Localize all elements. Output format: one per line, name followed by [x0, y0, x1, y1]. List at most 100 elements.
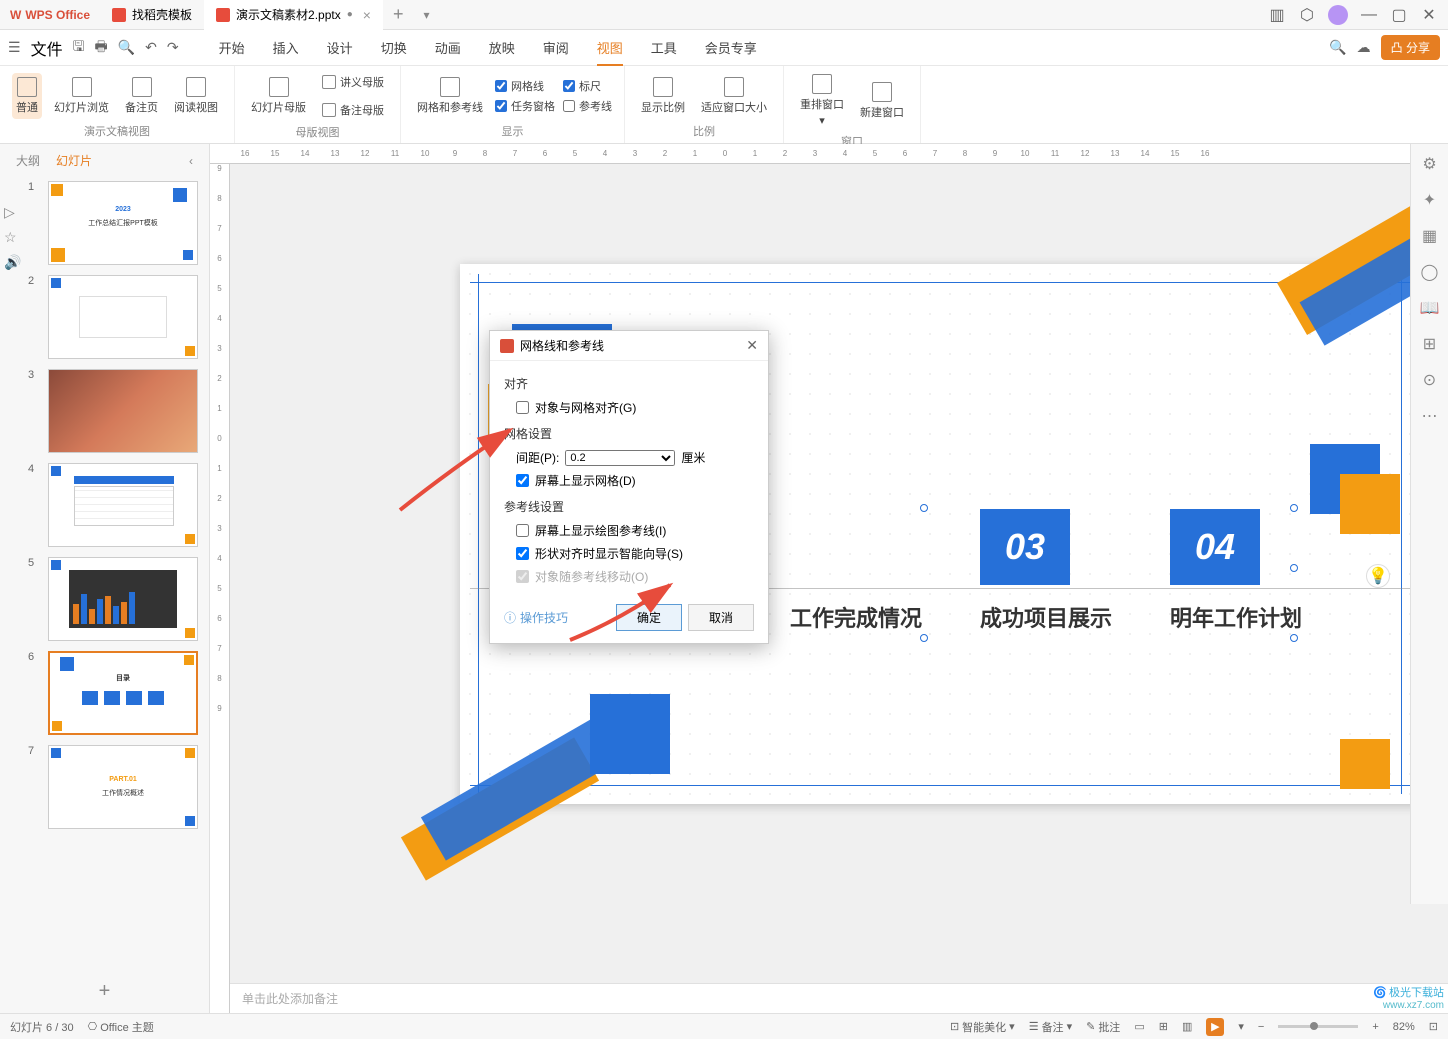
star-icon[interactable]: ☆	[4, 229, 24, 246]
tab-member[interactable]: 会员专享	[705, 30, 757, 65]
sound-icon[interactable]: 🔊	[4, 254, 24, 271]
slide-thumb-2[interactable]: 2	[28, 275, 201, 359]
view-reading-button[interactable]: 阅读视图	[170, 73, 222, 119]
align-grid-checkbox[interactable]: 对象与网格对齐(G)	[504, 396, 754, 419]
spacing-select[interactable]: 0.2	[565, 450, 675, 466]
print-icon[interactable]: 🖶	[95, 36, 108, 60]
handout-master-button[interactable]: 讲义母版	[318, 70, 388, 94]
file-menu[interactable]: 文件	[31, 36, 63, 60]
comments-button[interactable]: ✎ 批注	[1086, 1019, 1120, 1035]
rtool-book-icon[interactable]: 📖	[1420, 298, 1440, 318]
beautify-button[interactable]: ⊡ 智能美化 ▾	[950, 1019, 1015, 1035]
close-button[interactable]: ✕	[1420, 6, 1438, 24]
cloud-icon[interactable]: ☁	[1357, 39, 1371, 56]
view-notes-button[interactable]: 备注页	[121, 73, 162, 119]
dialog-close-icon[interactable]: ✕	[746, 337, 758, 354]
view-normal-button[interactable]: 普通	[12, 73, 42, 119]
show-guide-checkbox[interactable]: 屏幕上显示绘图参考线(I)	[504, 519, 754, 542]
toc-item-4[interactable]: 04 明年工作计划	[1170, 509, 1302, 633]
view-sorter-icon[interactable]: ⊞	[1159, 1020, 1168, 1033]
search-icon[interactable]: 🔍	[1329, 39, 1346, 56]
grid-guide-button[interactable]: 网格和参考线	[413, 73, 487, 119]
show-grid-checkbox[interactable]: 屏幕上显示网格(D)	[504, 469, 754, 492]
smart-guide-checkbox[interactable]: 形状对齐时显示智能向导(S)	[504, 542, 754, 565]
view-reading-icon[interactable]: ▥	[1182, 1020, 1192, 1033]
lightbulb-icon[interactable]: 💡	[1366, 564, 1390, 588]
slideshow-button[interactable]: ▶	[1206, 1018, 1224, 1036]
share-button[interactable]: 凸 分享	[1381, 35, 1440, 60]
zoom-value[interactable]: 82%	[1393, 1021, 1415, 1033]
tab-menu-button[interactable]: ▾	[413, 8, 439, 22]
tab-close-icon[interactable]: ×	[363, 7, 371, 23]
new-tab-button[interactable]: +	[383, 4, 414, 25]
view-normal-icon[interactable]: ▭	[1134, 1020, 1144, 1033]
theme-indicator[interactable]: ⎔ Office 主题	[88, 1019, 154, 1035]
slide-thumb-1[interactable]: 1 2023 工作总结汇报PPT模板	[28, 181, 201, 265]
tab-document[interactable]: 演示文稿素材2.pptx ● ×	[204, 0, 383, 30]
maximize-button[interactable]: ▢	[1390, 6, 1408, 24]
view-browse-button[interactable]: 幻灯片浏览	[50, 73, 113, 119]
slides-tab[interactable]: 幻灯片	[56, 152, 92, 169]
slide-thumb-5[interactable]: 5	[28, 557, 201, 641]
tab-transition[interactable]: 切换	[381, 30, 407, 65]
slideshow-dropdown[interactable]: ▾	[1238, 1020, 1244, 1033]
arrange-window-button[interactable]: 重排窗口 ▾	[796, 70, 848, 131]
zoom-slider[interactable]	[1278, 1025, 1358, 1028]
grid-guide-dialog: 网格线和参考线 ✕ 对齐 对象与网格对齐(G) 网格设置 间距(P): 0.2 …	[489, 330, 769, 644]
save-icon[interactable]: 🖫	[73, 36, 85, 60]
rtool-more-icon[interactable]: ⋯	[1422, 406, 1438, 426]
spacing-label: 间距(P):	[516, 449, 559, 466]
fit-button[interactable]: ⊡	[1429, 1020, 1438, 1033]
slide-thumb-3[interactable]: 3	[28, 369, 201, 453]
ok-button[interactable]: 确定	[616, 604, 682, 631]
outline-tab[interactable]: 大纲	[16, 152, 40, 169]
new-window-button[interactable]: 新建窗口	[856, 78, 908, 124]
toc-item-3[interactable]: 03 成功项目展示	[980, 509, 1112, 633]
user-avatar[interactable]	[1328, 5, 1348, 25]
grid-checkbox[interactable]: 网格线	[495, 78, 555, 94]
ruler-checkbox[interactable]: 标尺	[563, 78, 612, 94]
watermark: 🌀 极光下载站 www.xz7.com	[1373, 984, 1444, 1011]
taskpane-checkbox[interactable]: 任务窗格	[495, 98, 555, 114]
fit-window-button[interactable]: 适应窗口大小	[697, 73, 771, 119]
slide-thumb-4[interactable]: 4	[28, 463, 201, 547]
toc-item-2[interactable]: 工作完成情况	[790, 509, 922, 633]
box-icon[interactable]: ⬡	[1298, 6, 1316, 24]
zoom-in-button[interactable]: +	[1372, 1021, 1378, 1033]
undo-icon[interactable]: ↶	[145, 39, 157, 56]
redo-icon[interactable]: ↷	[167, 39, 179, 56]
notes-area[interactable]: 单击此处添加备注	[230, 983, 1448, 1013]
add-slide-button[interactable]: +	[0, 970, 209, 1013]
tab-tools[interactable]: 工具	[651, 30, 677, 65]
tab-view[interactable]: 视图	[597, 30, 623, 65]
rtool-sparkle-icon[interactable]: ✦	[1423, 190, 1436, 210]
menu-icon[interactable]: ☰	[8, 39, 21, 56]
tab-insert[interactable]: 插入	[273, 30, 299, 65]
slide-thumb-6[interactable]: 6 目录	[28, 651, 201, 735]
rtool-layers-icon[interactable]: ▦	[1422, 226, 1437, 246]
tab-animation[interactable]: 动画	[435, 30, 461, 65]
rtool-slider-icon[interactable]: ⚙	[1422, 154, 1436, 174]
tips-link[interactable]: ⓘ操作技巧	[504, 609, 568, 626]
rtool-circle-icon[interactable]: ◯	[1421, 262, 1439, 282]
minimize-button[interactable]: —	[1360, 6, 1378, 24]
collapse-panel-icon[interactable]: ‹	[189, 154, 193, 168]
rtool-record-icon[interactable]: ⊙	[1423, 370, 1436, 390]
notes-master-button[interactable]: 备注母版	[318, 98, 388, 122]
play-icon[interactable]: ▷	[4, 204, 24, 221]
cancel-button[interactable]: 取消	[688, 604, 754, 631]
tab-templates[interactable]: 找稻壳模板	[100, 0, 204, 30]
tab-review[interactable]: 审阅	[543, 30, 569, 65]
panel-icon[interactable]: ▥	[1268, 6, 1286, 24]
tab-slideshow[interactable]: 放映	[489, 30, 515, 65]
rtool-grid-icon[interactable]: ⊞	[1423, 334, 1436, 354]
preview-icon[interactable]: 🔍	[118, 39, 135, 56]
slide-thumb-7[interactable]: 7 PART.01 工作情况概述	[28, 745, 201, 829]
slide-master-button[interactable]: 幻灯片母版	[247, 73, 310, 119]
tab-design[interactable]: 设计	[327, 30, 353, 65]
zoom-out-button[interactable]: −	[1258, 1021, 1264, 1033]
notes-toggle[interactable]: ☰ 备注 ▾	[1029, 1019, 1072, 1035]
tab-start[interactable]: 开始	[219, 30, 245, 65]
zoom-button[interactable]: 显示比例	[637, 73, 689, 119]
guide-checkbox[interactable]: 参考线	[563, 98, 612, 114]
